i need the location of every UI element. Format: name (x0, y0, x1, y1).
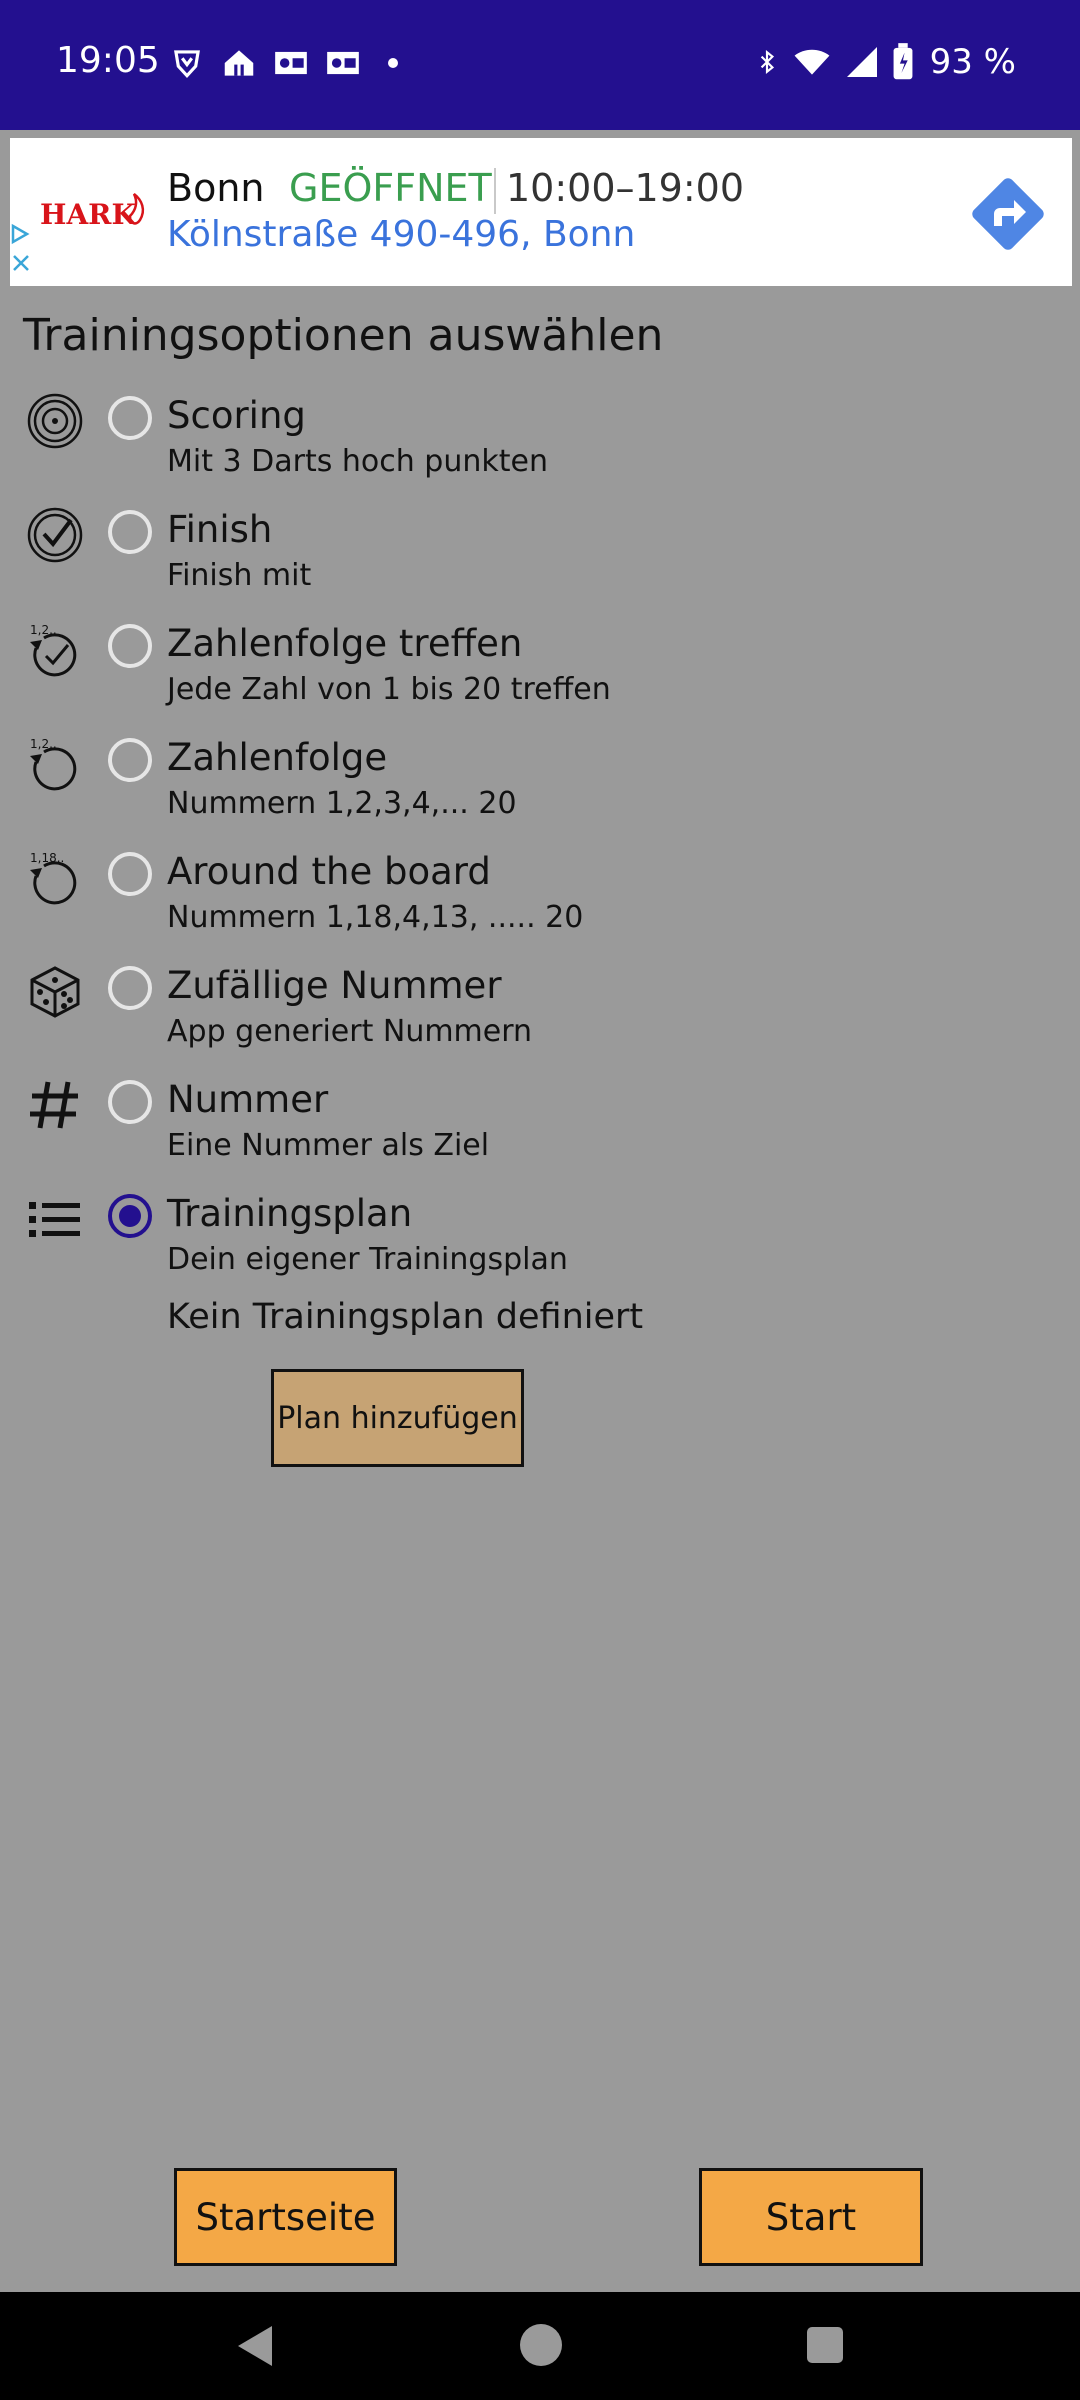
ad-choices-icon[interactable] (10, 222, 34, 278)
dot-icon (388, 58, 398, 68)
home-button[interactable]: Startseite (174, 2168, 397, 2266)
brave-icon (174, 50, 200, 79)
option-title: Scoring (167, 394, 306, 437)
notification-icons (168, 44, 398, 82)
ad-banner[interactable]: HARK Bonn GEÖFFNET 10:00–19:00 Kölnstraß… (10, 138, 1072, 286)
radio-nummer[interactable] (108, 1080, 152, 1124)
radio-finish[interactable] (108, 510, 152, 554)
ad-open-status: GEÖFFNET (289, 166, 492, 210)
home-icon (224, 50, 254, 76)
list-icon (29, 1202, 80, 1237)
recents-icon[interactable] (807, 2327, 843, 2363)
option-title: Around the board (167, 850, 491, 893)
option-subtitle: Finish mit (167, 558, 312, 593)
navigation-bar (0, 2292, 1080, 2400)
system-icons: 93 % (754, 42, 1016, 82)
back-icon[interactable] (236, 2324, 276, 2368)
status-time: 19:05 (56, 40, 160, 81)
option-title: Zufällige Nummer (167, 964, 502, 1007)
radio-trainingsplan[interactable] (108, 1194, 152, 1238)
ad-divider (494, 168, 496, 214)
svg-text:HARK: HARK (40, 198, 137, 231)
target-icon (27, 393, 83, 449)
wifi-icon (794, 49, 830, 75)
bluetooth-icon (760, 49, 774, 75)
option-subtitle: App generiert Nummern (167, 1014, 533, 1049)
ad-address[interactable]: Kölnstraße 490-496, Bonn (167, 214, 635, 255)
dice-icon (30, 966, 80, 1018)
option-title: Finish (167, 508, 273, 551)
option-nummer[interactable]: Nummer Eine Nummer als Ziel (0, 1072, 1080, 1182)
option-subtitle: Eine Nummer als Ziel (167, 1128, 490, 1163)
status-bar: 19:05 93 % (0, 0, 1080, 130)
outlook-icon (327, 51, 359, 75)
around-board-icon: 1,18.. (30, 851, 77, 905)
option-around-the-board[interactable]: 1,18.. Around the board Nummern 1,18,4,1… (0, 844, 1080, 954)
sequence-circle-icon: 1,2.. (30, 737, 77, 791)
ad-city: Bonn (167, 166, 265, 210)
option-zufaellige-nummer[interactable]: Zufällige Nummer App generiert Nummern (0, 958, 1080, 1068)
home-nav-icon[interactable] (520, 2324, 562, 2366)
hark-logo: HARK (40, 193, 145, 231)
option-title: Zahlenfolge treffen (167, 622, 523, 665)
battery-icon (893, 43, 913, 80)
option-zahlenfolge[interactable]: 1,2.. Zahlenfolge Nummern 1,2,3,4,... 20 (0, 730, 1080, 840)
outlook-icon (275, 51, 307, 75)
add-plan-button[interactable]: Plan hinzufügen (271, 1369, 524, 1467)
radio-zufaellige-nummer[interactable] (108, 966, 152, 1010)
sequence-check-icon: 1,2.. (30, 623, 77, 677)
radio-around-the-board[interactable] (108, 852, 152, 896)
option-subtitle: Mit 3 Darts hoch punkten (167, 444, 548, 479)
option-trainingsplan[interactable]: Trainingsplan Dein eigener Trainingsplan (0, 1186, 1080, 1296)
target-check-icon (27, 507, 83, 563)
hash-icon (30, 1081, 78, 1129)
radio-zahlenfolge[interactable] (108, 738, 152, 782)
battery-percent: 93 % (929, 42, 1016, 82)
radio-scoring[interactable] (108, 396, 152, 440)
signal-icon (846, 47, 877, 77)
option-finish[interactable]: Finish Finish mit (0, 502, 1080, 612)
page-title: Trainingsoptionen auswählen (23, 310, 664, 361)
option-title: Trainingsplan (167, 1192, 413, 1235)
option-title: Nummer (167, 1078, 329, 1121)
option-scoring[interactable]: Scoring Mit 3 Darts hoch punkten (0, 388, 1080, 498)
directions-icon[interactable] (962, 168, 1054, 260)
start-button[interactable]: Start (699, 2168, 923, 2266)
option-subtitle: Dein eigener Trainingsplan (167, 1242, 568, 1277)
option-zahlenfolge-treffen[interactable]: 1,2.. Zahlenfolge treffen Jede Zahl von … (0, 616, 1080, 726)
option-subtitle: Nummern 1,18,4,13, ..... 20 (167, 900, 584, 935)
no-plan-text: Kein Trainingsplan definiert (167, 1297, 644, 1337)
option-title: Zahlenfolge (167, 736, 388, 779)
ad-hours: 10:00–19:00 (506, 166, 745, 210)
option-subtitle: Jede Zahl von 1 bis 20 treffen (167, 672, 611, 707)
radio-zahlenfolge-treffen[interactable] (108, 624, 152, 668)
option-subtitle: Nummern 1,2,3,4,... 20 (167, 786, 517, 821)
